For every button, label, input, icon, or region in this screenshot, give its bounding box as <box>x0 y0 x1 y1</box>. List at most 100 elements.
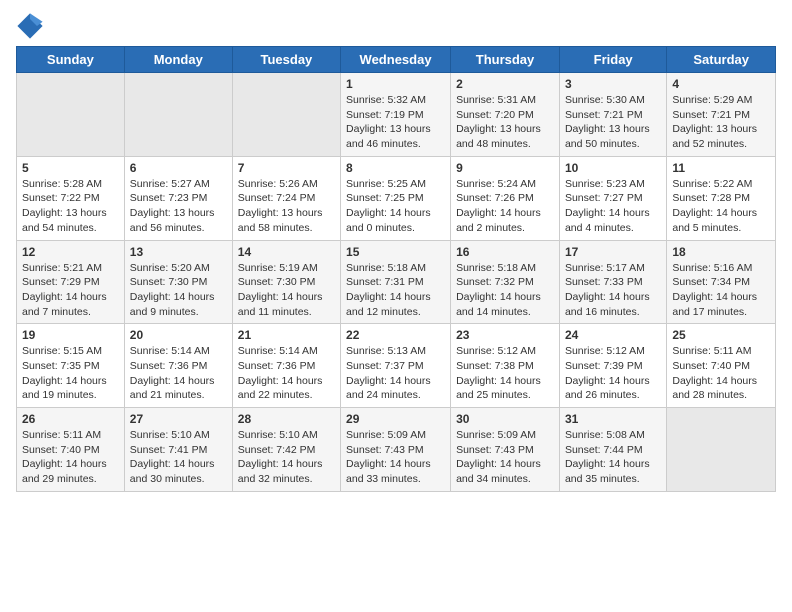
day-number: 8 <box>346 161 445 175</box>
weekday-header-friday: Friday <box>559 47 666 73</box>
day-number: 30 <box>456 412 554 426</box>
calendar-week-row: 26Sunrise: 5:11 AM Sunset: 7:40 PM Dayli… <box>17 408 776 492</box>
calendar-cell: 4Sunrise: 5:29 AM Sunset: 7:21 PM Daylig… <box>667 73 776 157</box>
calendar-cell <box>667 408 776 492</box>
day-info: Sunrise: 5:20 AM Sunset: 7:30 PM Dayligh… <box>130 261 227 320</box>
day-number: 13 <box>130 245 227 259</box>
day-number: 16 <box>456 245 554 259</box>
day-number: 5 <box>22 161 119 175</box>
calendar-cell: 12 Sunrise: 5:21 AM Sunset: 7:29 PM Dayli… <box>17 240 125 324</box>
calendar-cell <box>232 73 340 157</box>
calendar-cell: 30 Sunrise: 5:09 AM Sunset: 7:43 PM Dayli… <box>451 408 560 492</box>
day-info: Sunrise: 5:10 AM Sunset: 7:41 PM Dayligh… <box>130 428 227 487</box>
day-info: Sunrise: 5:18 AM Sunset: 7:31 PM Dayligh… <box>346 261 445 320</box>
calendar-cell <box>124 73 232 157</box>
day-number: 20 <box>130 328 227 342</box>
calendar-cell: 11 Sunrise: 5:22 AM Sunset: 7:28 PM Dayli… <box>667 156 776 240</box>
calendar-cell: 22 Sunrise: 5:13 AM Sunset: 7:37 PM Dayli… <box>341 324 451 408</box>
calendar-cell: 13 Sunrise: 5:20 AM Sunset: 7:30 PM Dayli… <box>124 240 232 324</box>
calendar-cell: 26Sunrise: 5:11 AM Sunset: 7:40 PM Dayli… <box>17 408 125 492</box>
day-info: Sunrise: 5:25 AM Sunset: 7:25 PM Dayligh… <box>346 177 445 236</box>
day-info: Sunrise: 5:21 AM Sunset: 7:29 PM Dayligh… <box>22 261 119 320</box>
day-info: Sunrise: 5:30 AM Sunset: 7:21 PM Dayligh… <box>565 93 661 152</box>
calendar-cell: 23 Sunrise: 5:12 AM Sunset: 7:38 PM Dayli… <box>451 324 560 408</box>
day-info: Sunrise: 5:26 AM Sunset: 7:24 PM Dayligh… <box>238 177 335 236</box>
calendar-week-row: 12 Sunrise: 5:21 AM Sunset: 7:29 PM Dayli… <box>17 240 776 324</box>
weekday-header-wednesday: Wednesday <box>341 47 451 73</box>
day-info: Sunrise: 5:19 AM Sunset: 7:30 PM Dayligh… <box>238 261 335 320</box>
day-info: Sunrise: 5:11 AM Sunset: 7:40 PM Dayligh… <box>672 344 770 403</box>
day-number: 7 <box>238 161 335 175</box>
day-number: 25 <box>672 328 770 342</box>
day-info: Sunrise: 5:08 AM Sunset: 7:44 PM Dayligh… <box>565 428 661 487</box>
day-info: Sunrise: 5:22 AM Sunset: 7:28 PM Dayligh… <box>672 177 770 236</box>
calendar-week-row: 1Sunrise: 5:32 AM Sunset: 7:19 PM Daylig… <box>17 73 776 157</box>
weekday-header-monday: Monday <box>124 47 232 73</box>
calendar-cell: 6 Sunrise: 5:27 AM Sunset: 7:23 PM Daylig… <box>124 156 232 240</box>
logo <box>16 12 48 40</box>
calendar-cell: 2 Sunrise: 5:31 AM Sunset: 7:20 PM Daylig… <box>451 73 560 157</box>
day-number: 29 <box>346 412 445 426</box>
day-info: Sunrise: 5:27 AM Sunset: 7:23 PM Dayligh… <box>130 177 227 236</box>
day-number: 12 <box>22 245 119 259</box>
day-number: 9 <box>456 161 554 175</box>
calendar-cell: 16 Sunrise: 5:18 AM Sunset: 7:32 PM Dayli… <box>451 240 560 324</box>
calendar-cell: 9Sunrise: 5:24 AM Sunset: 7:26 PM Daylig… <box>451 156 560 240</box>
day-number: 4 <box>672 77 770 91</box>
calendar-cell: 19 Sunrise: 5:15 AM Sunset: 7:35 PM Dayli… <box>17 324 125 408</box>
calendar-cell: 17 Sunrise: 5:17 AM Sunset: 7:33 PM Dayli… <box>559 240 666 324</box>
calendar-cell: 5 Sunrise: 5:28 AM Sunset: 7:22 PM Daylig… <box>17 156 125 240</box>
weekday-header-thursday: Thursday <box>451 47 560 73</box>
day-info: Sunrise: 5:31 AM Sunset: 7:20 PM Dayligh… <box>456 93 554 152</box>
day-number: 19 <box>22 328 119 342</box>
day-info: Sunrise: 5:09 AM Sunset: 7:43 PM Dayligh… <box>346 428 445 487</box>
calendar-cell: 25 Sunrise: 5:11 AM Sunset: 7:40 PM Dayli… <box>667 324 776 408</box>
day-number: 1 <box>346 77 445 91</box>
day-number: 17 <box>565 245 661 259</box>
calendar-week-row: 19 Sunrise: 5:15 AM Sunset: 7:35 PM Dayli… <box>17 324 776 408</box>
calendar-week-row: 5 Sunrise: 5:28 AM Sunset: 7:22 PM Daylig… <box>17 156 776 240</box>
day-number: 23 <box>456 328 554 342</box>
day-number: 14 <box>238 245 335 259</box>
day-number: 24 <box>565 328 661 342</box>
day-number: 10 <box>565 161 661 175</box>
page: SundayMondayTuesdayWednesdayThursdayFrid… <box>0 0 792 504</box>
calendar-cell: 27 Sunrise: 5:10 AM Sunset: 7:41 PM Dayli… <box>124 408 232 492</box>
weekday-header-tuesday: Tuesday <box>232 47 340 73</box>
calendar-table: SundayMondayTuesdayWednesdayThursdayFrid… <box>16 46 776 492</box>
day-number: 31 <box>565 412 661 426</box>
day-info: Sunrise: 5:09 AM Sunset: 7:43 PM Dayligh… <box>456 428 554 487</box>
calendar-cell: 15 Sunrise: 5:18 AM Sunset: 7:31 PM Dayli… <box>341 240 451 324</box>
day-number: 2 <box>456 77 554 91</box>
day-info: Sunrise: 5:13 AM Sunset: 7:37 PM Dayligh… <box>346 344 445 403</box>
calendar-cell <box>17 73 125 157</box>
day-number: 6 <box>130 161 227 175</box>
day-info: Sunrise: 5:12 AM Sunset: 7:38 PM Dayligh… <box>456 344 554 403</box>
day-number: 11 <box>672 161 770 175</box>
day-number: 22 <box>346 328 445 342</box>
weekday-header-sunday: Sunday <box>17 47 125 73</box>
weekday-header-row: SundayMondayTuesdayWednesdayThursdayFrid… <box>17 47 776 73</box>
calendar-cell: 3 Sunrise: 5:30 AM Sunset: 7:21 PM Daylig… <box>559 73 666 157</box>
day-info: Sunrise: 5:28 AM Sunset: 7:22 PM Dayligh… <box>22 177 119 236</box>
day-info: Sunrise: 5:17 AM Sunset: 7:33 PM Dayligh… <box>565 261 661 320</box>
day-info: Sunrise: 5:14 AM Sunset: 7:36 PM Dayligh… <box>238 344 335 403</box>
calendar-cell: 29 Sunrise: 5:09 AM Sunset: 7:43 PM Dayli… <box>341 408 451 492</box>
day-number: 26 <box>22 412 119 426</box>
calendar-cell: 28 Sunrise: 5:10 AM Sunset: 7:42 PM Dayli… <box>232 408 340 492</box>
weekday-header-saturday: Saturday <box>667 47 776 73</box>
day-info: Sunrise: 5:12 AM Sunset: 7:39 PM Dayligh… <box>565 344 661 403</box>
day-number: 3 <box>565 77 661 91</box>
day-number: 28 <box>238 412 335 426</box>
day-info: Sunrise: 5:16 AM Sunset: 7:34 PM Dayligh… <box>672 261 770 320</box>
day-info: Sunrise: 5:23 AM Sunset: 7:27 PM Dayligh… <box>565 177 661 236</box>
day-info: Sunrise: 5:18 AM Sunset: 7:32 PM Dayligh… <box>456 261 554 320</box>
day-info: Sunrise: 5:10 AM Sunset: 7:42 PM Dayligh… <box>238 428 335 487</box>
day-number: 15 <box>346 245 445 259</box>
calendar-cell: 8 Sunrise: 5:25 AM Sunset: 7:25 PM Daylig… <box>341 156 451 240</box>
day-info: Sunrise: 5:14 AM Sunset: 7:36 PM Dayligh… <box>130 344 227 403</box>
calendar-cell: 7 Sunrise: 5:26 AM Sunset: 7:24 PM Daylig… <box>232 156 340 240</box>
calendar-cell: 31 Sunrise: 5:08 AM Sunset: 7:44 PM Dayli… <box>559 408 666 492</box>
day-number: 27 <box>130 412 227 426</box>
day-info: Sunrise: 5:15 AM Sunset: 7:35 PM Dayligh… <box>22 344 119 403</box>
